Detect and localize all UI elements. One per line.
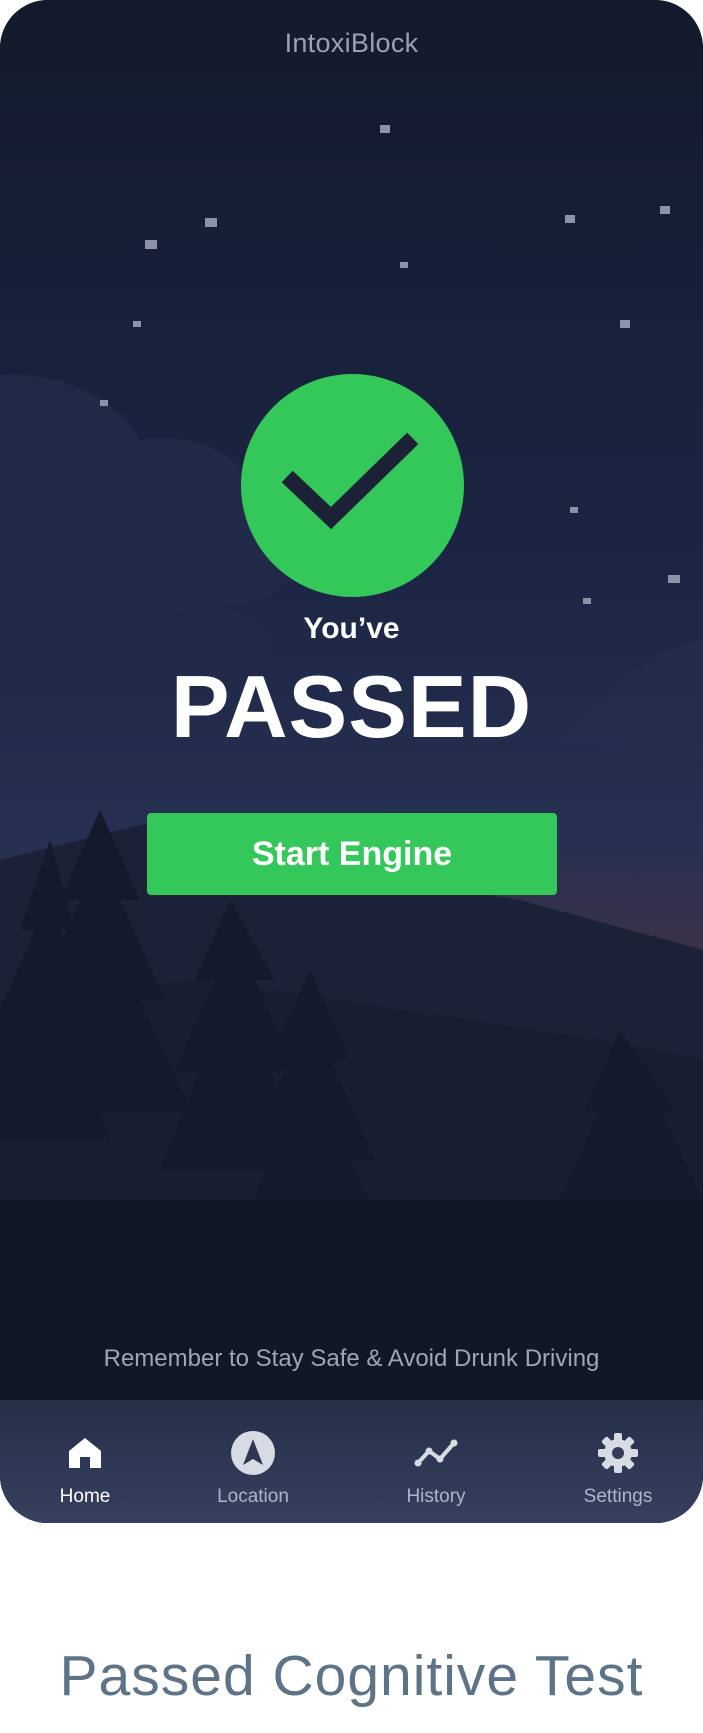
app-title: IntoxiBlock [284, 28, 419, 58]
safety-reminder: Remember to Stay Safe & Avoid Drunk Driv… [103, 1345, 600, 1372]
nav-item-settings[interactable]: Settings [533, 1400, 703, 1523]
success-check-icon [241, 374, 464, 597]
start-engine-button[interactable]: Start Engine [147, 813, 557, 895]
nav-item-location[interactable]: Location [168, 1400, 338, 1523]
home-icon [69, 1438, 101, 1468]
result-status: PASSED [170, 657, 533, 756]
nav-label-settings: Settings [583, 1486, 653, 1507]
nav-label-home: Home [59, 1486, 111, 1507]
result-prefix: You’ve [303, 612, 400, 645]
nav-label-history: History [406, 1486, 466, 1507]
night-forest-background [0, 0, 703, 1523]
nav-item-home[interactable]: Home [0, 1400, 170, 1523]
bottom-nav: Home Location History Settings [0, 1400, 703, 1523]
trend-line-icon [414, 1439, 458, 1467]
nav-label-location: Location [217, 1486, 289, 1507]
screen-caption: Passed Cognitive Test [59, 1644, 644, 1708]
navigation-arrow-icon [231, 1431, 275, 1475]
gear-icon [598, 1433, 638, 1473]
nav-item-history[interactable]: History [351, 1400, 521, 1523]
phone-frame: IntoxiBlock You’ve PASSED Start Engine R… [0, 0, 703, 1523]
